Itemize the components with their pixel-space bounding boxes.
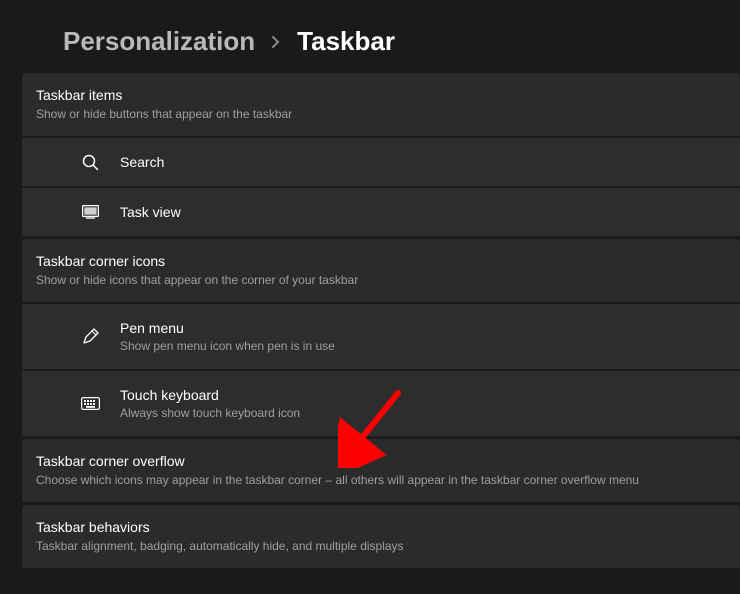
section-corner-icons[interactable]: Taskbar corner icons Show or hide icons … — [22, 239, 740, 302]
item-label: Touch keyboard — [120, 385, 300, 405]
section-behaviors[interactable]: Taskbar behaviors Taskbar alignment, bad… — [22, 505, 740, 568]
section-desc: Show or hide icons that appear on the co… — [36, 272, 726, 289]
section-title: Taskbar corner icons — [36, 251, 726, 271]
section-desc: Choose which icons may appear in the tas… — [36, 472, 726, 489]
item-sub: Always show touch keyboard icon — [120, 405, 300, 422]
search-icon — [80, 152, 100, 172]
item-touch-keyboard[interactable]: Touch keyboard Always show touch keyboar… — [22, 371, 740, 436]
keyboard-icon — [80, 394, 100, 414]
item-label: Search — [120, 152, 164, 172]
item-label: Pen menu — [120, 318, 335, 338]
item-search[interactable]: Search — [22, 138, 740, 186]
breadcrumb-current: Taskbar — [297, 26, 395, 57]
pen-icon — [80, 327, 100, 347]
item-label: Task view — [120, 202, 181, 222]
item-task-view[interactable]: Task view — [22, 188, 740, 236]
chevron-right-icon — [271, 35, 281, 49]
task-view-icon — [80, 202, 100, 222]
section-title: Taskbar items — [36, 85, 726, 105]
section-taskbar-items[interactable]: Taskbar items Show or hide buttons that … — [22, 73, 740, 136]
section-desc: Show or hide buttons that appear on the … — [36, 106, 726, 123]
section-corner-overflow[interactable]: Taskbar corner overflow Choose which ico… — [22, 439, 740, 502]
item-pen-menu[interactable]: Pen menu Show pen menu icon when pen is … — [22, 304, 740, 369]
section-desc: Taskbar alignment, badging, automaticall… — [36, 538, 726, 555]
breadcrumb-parent[interactable]: Personalization — [63, 26, 255, 57]
breadcrumb: Personalization Taskbar — [0, 0, 740, 73]
item-sub: Show pen menu icon when pen is in use — [120, 338, 335, 355]
section-title: Taskbar corner overflow — [36, 451, 726, 471]
section-title: Taskbar behaviors — [36, 517, 726, 537]
